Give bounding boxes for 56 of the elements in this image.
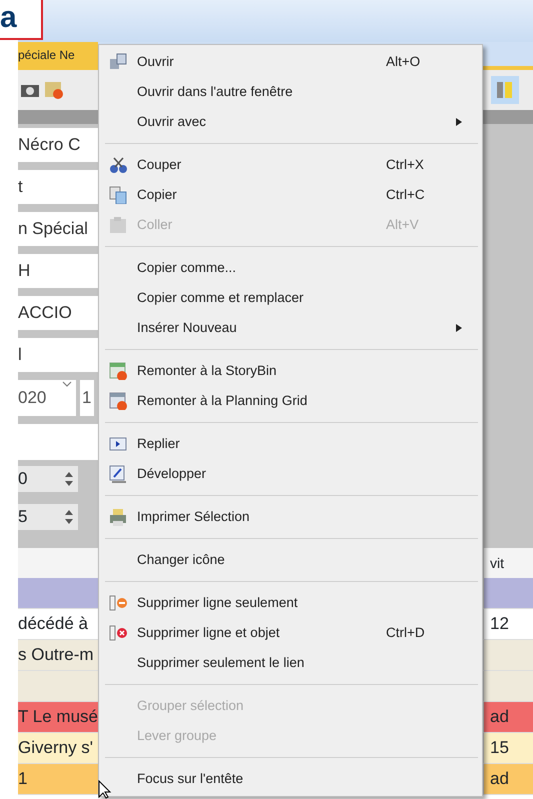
table-cell: 12 <box>490 614 509 633</box>
menu-item[interactable]: Copier comme... <box>99 253 482 283</box>
spinner-arrows-icon[interactable] <box>64 470 74 488</box>
menu-item[interactable]: Développer <box>99 459 482 489</box>
windows-icon <box>109 53 127 71</box>
collapse-icon <box>109 435 127 453</box>
scissors-icon <box>109 156 127 174</box>
menu-item[interactable]: Supprimer ligne seulement <box>99 588 482 618</box>
menu-item[interactable]: Replier <box>99 429 482 459</box>
menu-item[interactable]: Remonter à la StoryBin <box>99 356 482 386</box>
menu-item[interactable]: Imprimer Sélection <box>99 502 482 532</box>
table-cell: T Le musé <box>18 707 98 726</box>
menu-item[interactable]: Supprimer seulement le lien <box>99 648 482 678</box>
calendar-icon <box>109 362 127 380</box>
columns-icon[interactable] <box>491 76 519 104</box>
table-cell: 1 <box>18 769 28 788</box>
spinner-field[interactable]: 0 <box>18 466 78 492</box>
input-field[interactable]: l <box>18 338 98 372</box>
input-field[interactable] <box>18 424 98 460</box>
delete-icon <box>109 624 127 642</box>
menu-item[interactable]: Ouvrir Alt+O <box>99 47 482 77</box>
cursor-icon <box>98 780 112 799</box>
delete-line-icon <box>109 594 127 612</box>
copy-icon <box>109 186 127 204</box>
calendar-icon[interactable] <box>44 80 64 100</box>
menu-item[interactable]: Ouvrir dans l'autre fenêtre <box>99 77 482 107</box>
chevron-down-icon[interactable] <box>62 380 72 388</box>
menu-item[interactable]: Remonter à la Planning Grid <box>99 386 482 416</box>
table-cell: ad <box>490 769 509 788</box>
table-cell: Giverny s' <box>18 738 94 757</box>
menu-item[interactable]: Ouvrir avec <box>99 107 482 137</box>
spinner-field[interactable]: 5 <box>18 504 78 530</box>
spinner-arrows-icon[interactable] <box>64 508 74 526</box>
print-icon <box>109 508 127 526</box>
input-field[interactable]: H <box>18 254 98 288</box>
table-cell: 15 <box>490 738 509 757</box>
date-field[interactable]: 020 <box>18 380 76 416</box>
menu-item[interactable]: Supprimer ligne et objet Ctrl+D <box>99 618 482 648</box>
menu-item[interactable]: Couper Ctrl+X <box>99 150 482 180</box>
input-field[interactable]: ACCIO <box>18 296 98 330</box>
corner-label: a <box>0 0 43 40</box>
menu-item[interactable]: Insérer Nouveau <box>99 313 482 343</box>
table-cell: ad <box>490 707 509 726</box>
tab[interactable]: péciale Ne <box>18 42 98 66</box>
time-field[interactable]: 1 <box>80 380 94 416</box>
grid-icon <box>109 392 127 410</box>
menu-item[interactable]: Changer icône <box>99 545 482 575</box>
input-field[interactable]: n Spécial <box>18 212 98 246</box>
table-cell: décédé à <box>18 614 88 633</box>
table-cell: s Outre-m <box>18 645 94 664</box>
input-field[interactable]: t <box>18 170 98 204</box>
menu-item[interactable]: Copier Ctrl+C <box>99 180 482 210</box>
paste-icon <box>109 216 127 234</box>
expand-icon <box>109 465 127 483</box>
input-field[interactable]: Nécro C <box>18 128 98 162</box>
menu-item[interactable]: Copier comme et remplacer <box>99 283 482 313</box>
